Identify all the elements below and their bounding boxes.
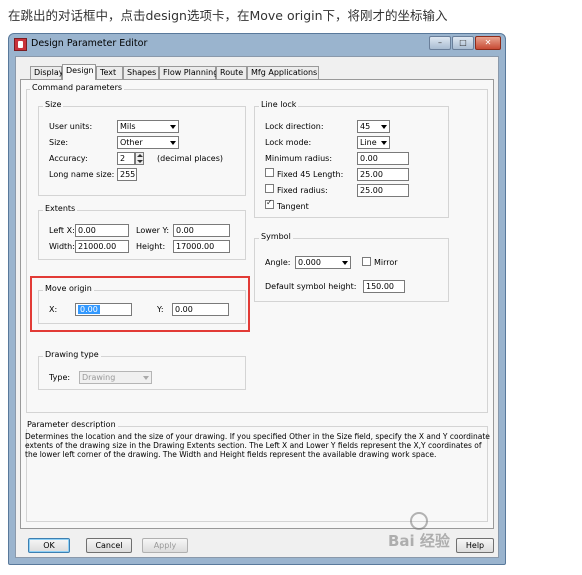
mirror-label: Mirror [374,258,398,267]
mirror-checkbox[interactable] [362,257,371,266]
watermark-text: Bai 经验 [388,532,450,550]
symbol-group [254,238,449,302]
maximize-button[interactable]: □ [452,36,474,50]
chevron-down-icon [170,125,176,129]
drawing-type-select[interactable]: Drawing [79,371,152,384]
user-units-select[interactable]: Mils [117,120,179,133]
watermark: Bai 经验 [388,512,498,552]
fixed-45-length-checkbox[interactable] [265,168,274,177]
left-x-field[interactable]: 0.00 [75,224,129,237]
instruction-caption: 在跳出的对话框中，点击design选项卡，在Move origin下，将刚才的坐… [8,8,448,23]
tab-flow-planning[interactable]: Flow Planning [159,66,218,79]
close-button[interactable]: ✕ [475,36,501,50]
width-label: Width: [49,242,75,251]
drawing-type-label: Drawing type [43,350,101,359]
default-symbol-height-field[interactable]: 150.00 [363,280,405,293]
tab-mfg-applications[interactable]: Mfg Applications [247,66,319,79]
accuracy-field[interactable]: 2 [117,152,135,165]
chevron-down-icon [381,141,387,145]
chevron-down-icon [170,141,176,145]
command-parameters-label: Command parameters [30,83,125,92]
paw-icon [410,512,428,530]
accuracy-suffix: (decimal places) [157,154,224,163]
fixed-45-length-label: Fixed 45 Length: [277,170,344,179]
lock-mode-select[interactable]: Line [357,136,390,149]
symbol-group-label: Symbol [259,232,293,241]
red-highlight-box [30,276,250,332]
app-icon [14,38,27,51]
tangent-checkbox[interactable] [265,198,274,209]
size-group-label: Size [43,100,64,109]
lock-direction-select[interactable]: 45 [357,120,390,133]
apply-button[interactable]: Apply [142,538,188,553]
tab-shapes[interactable]: Shapes [123,66,159,79]
angle-select[interactable]: 0.000 [295,256,351,269]
drawing-type-value: Drawing [82,373,116,382]
angle-value: 0.000 [298,258,321,267]
user-units-value: Mils [120,122,136,131]
fixed-45-length-field[interactable]: 25.00 [357,168,409,181]
lock-direction-value: 45 [360,122,371,131]
chevron-down-icon [143,376,149,380]
type-label: Type: [49,373,71,382]
lower-y-field[interactable]: 0.00 [173,224,230,237]
line-lock-group-label: Line lock [259,100,299,109]
minimize-button[interactable]: – [429,36,451,50]
size-label: Size: [49,138,69,147]
minimum-radius-label: Minimum radius: [265,154,333,163]
angle-label: Angle: [265,258,291,267]
user-units-label: User units: [49,122,93,131]
cancel-button[interactable]: Cancel [86,538,132,553]
size-select[interactable]: Other [117,136,179,149]
accuracy-spinner[interactable] [135,152,144,165]
parameter-description-label: Parameter description [25,420,118,429]
design-parameter-editor-window: Design Parameter Editor – □ ✕ Display De… [8,33,506,565]
long-name-size-label: Long name size: [49,170,115,179]
chevron-down-icon [381,125,387,129]
design-tab-panel: Command parameters Size User units: Mils… [20,79,494,529]
extents-group-label: Extents [43,204,78,213]
lock-direction-label: Lock direction: [265,122,324,131]
dialog-client-area: Display Design Text Shapes Flow Planning… [15,56,499,558]
ok-button[interactable]: OK [28,538,70,553]
description-line-3: the lower left corner of the drawing. Th… [25,450,437,459]
lock-mode-value: Line [360,138,377,147]
tab-text[interactable]: Text [96,66,123,79]
width-field[interactable]: 21000.00 [75,240,129,253]
long-name-size-field[interactable]: 255 [117,168,137,181]
title-bar[interactable]: Design Parameter Editor – □ ✕ [9,34,505,56]
default-symbol-height-label: Default symbol height: [265,282,357,291]
chevron-down-icon [342,261,348,265]
lower-y-label: Lower Y: [136,226,170,235]
window-title: Design Parameter Editor [31,38,148,49]
lock-mode-label: Lock mode: [265,138,312,147]
size-value: Other [120,138,143,147]
fixed-radius-field[interactable]: 25.00 [357,184,409,197]
accuracy-label: Accuracy: [49,154,88,163]
minimum-radius-field[interactable]: 0.00 [357,152,409,165]
tangent-label: Tangent [277,202,309,211]
fixed-radius-checkbox[interactable] [265,184,274,193]
tab-route[interactable]: Route [216,66,247,79]
tab-design[interactable]: Design [62,64,96,80]
fixed-radius-label: Fixed radius: [277,186,328,195]
tab-display[interactable]: Display [30,66,64,79]
height-label: Height: [136,242,166,251]
height-field[interactable]: 17000.00 [173,240,230,253]
left-x-label: Left X: [49,226,75,235]
